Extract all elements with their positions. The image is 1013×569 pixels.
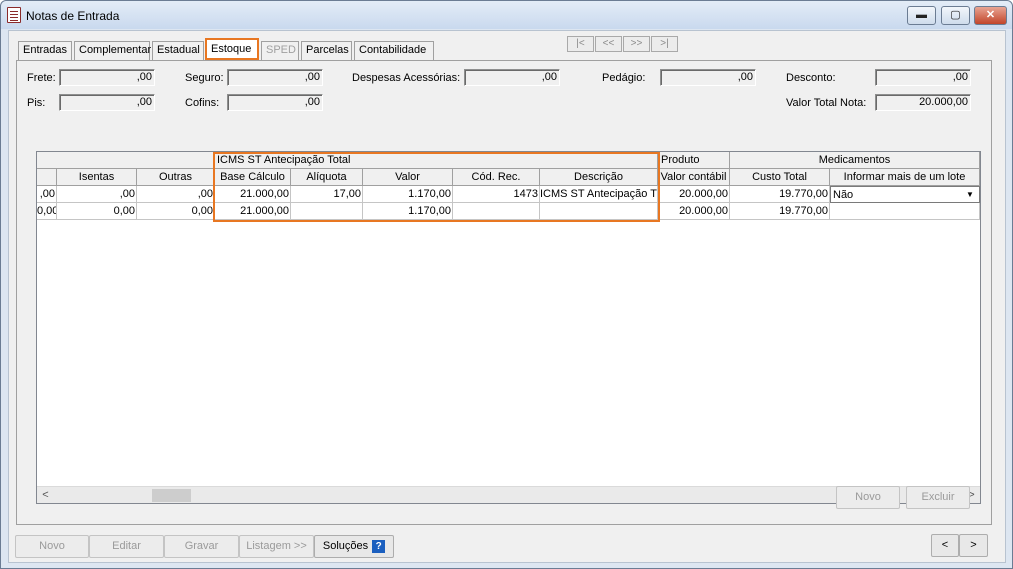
- col-header-valor-contabil[interactable]: Valor contábil: [658, 169, 730, 186]
- tab-entradas[interactable]: Entradas: [18, 41, 72, 60]
- despesas-label: Despesas Acessórias:: [352, 72, 461, 84]
- col-header-outras[interactable]: Outras: [137, 169, 215, 186]
- totals-informar-lote: [830, 203, 980, 220]
- pedagio-label: Pedágio:: [602, 72, 646, 84]
- row1-valor[interactable]: 1.170,00: [363, 186, 453, 203]
- tab-sped: SPED: [261, 41, 299, 60]
- tab-contabilidade[interactable]: Contabilidade: [354, 41, 434, 60]
- group-header-icms: ICMS ST Antecipação Total: [215, 152, 658, 169]
- seguro-field[interactable]: ,00: [227, 69, 323, 86]
- totals-outras: 0,00: [137, 203, 215, 220]
- cofins-label: Cofins:: [185, 97, 220, 109]
- minimize-button[interactable]: ▬: [907, 6, 936, 25]
- close-button[interactable]: ✕: [974, 6, 1007, 25]
- first-record-button[interactable]: |<: [567, 36, 594, 52]
- group-header-blank: [37, 152, 215, 169]
- tab-estadual[interactable]: Estadual: [152, 41, 204, 60]
- editar-button[interactable]: Editar: [89, 535, 164, 558]
- estoque-panel: Frete: ,00 Seguro: ,00 Despesas Acessóri…: [16, 60, 992, 525]
- desconto-label: Desconto:: [786, 72, 836, 84]
- title-bar: Notas de Entrada ▬ ▢ ✕: [1, 1, 1012, 29]
- col-header-base-calculo[interactable]: Base Cálculo: [215, 169, 291, 186]
- row1-descricao[interactable]: ICMS ST Antecipação T: [540, 186, 658, 203]
- frete-field[interactable]: ,00: [59, 69, 155, 86]
- totals-custo-total: 19.770,00: [730, 203, 830, 220]
- pedagio-field[interactable]: ,00: [660, 69, 756, 86]
- col-header-informar-lote[interactable]: Informar mais de um lote: [830, 169, 980, 186]
- row1-informar-lote-value: Não: [833, 189, 854, 201]
- col-header-aliquota[interactable]: Alíquota: [291, 169, 363, 186]
- previous-button[interactable]: <: [931, 534, 959, 557]
- grid-novo-button[interactable]: Novo: [836, 486, 900, 509]
- solucoes-button[interactable]: Soluções?: [314, 535, 394, 558]
- group-header-medicamentos: Medicamentos: [730, 152, 980, 169]
- document-icon: [7, 7, 21, 23]
- frete-label: Frete:: [27, 72, 56, 84]
- maximize-button[interactable]: ▢: [941, 6, 970, 25]
- row1-valor-contabil[interactable]: 20.000,00: [658, 186, 730, 203]
- totals-aliquota: [291, 203, 363, 220]
- solucoes-label: Soluções: [322, 540, 369, 552]
- totals-isentas: 0,00: [57, 203, 137, 220]
- pis-label: Pis:: [27, 97, 46, 109]
- totals-descricao: [540, 203, 658, 220]
- col-header-isentas[interactable]: Isentas: [57, 169, 137, 186]
- items-grid[interactable]: ICMS ST Antecipação Total Produto Medica…: [36, 151, 981, 504]
- row1-informar-lote-select[interactable]: Não ▼: [830, 186, 980, 203]
- grid-excluir-button[interactable]: Excluir: [906, 486, 970, 509]
- valor-total-label: Valor Total Nota:: [786, 97, 867, 109]
- despesas-field[interactable]: ,00: [464, 69, 560, 86]
- tab-parcelas[interactable]: Parcelas: [301, 41, 352, 60]
- col-header-descricao[interactable]: Descrição: [540, 169, 658, 186]
- totals-base-calculo: 21.000,00: [215, 203, 291, 220]
- group-header-produto: Produto: [658, 152, 730, 169]
- row1-base-calculo[interactable]: 21.000,00: [215, 186, 291, 203]
- prev-record-button[interactable]: <<: [595, 36, 622, 52]
- col-header-custo-total[interactable]: Custo Total: [730, 169, 830, 186]
- col-header-cod-rec[interactable]: Cód. Rec.: [453, 169, 540, 186]
- gravar-button[interactable]: Gravar: [164, 535, 239, 558]
- help-icon: ?: [372, 539, 386, 553]
- window-title: Notas de Entrada: [26, 9, 120, 23]
- client-area: Entradas Complementar Estadual Estoque S…: [8, 30, 1006, 563]
- col-header-valor[interactable]: Valor: [363, 169, 453, 186]
- cofins-field[interactable]: ,00: [227, 94, 323, 111]
- col-header-partial: [37, 169, 57, 186]
- next-record-button[interactable]: >>: [623, 36, 650, 52]
- novo-button[interactable]: Novo: [15, 535, 89, 558]
- main-window: Notas de Entrada ▬ ▢ ✕ Entradas Compleme…: [0, 0, 1013, 569]
- listagem-button[interactable]: Listagem >>: [239, 535, 314, 558]
- next-button[interactable]: >: [959, 534, 988, 557]
- totals-valor-contabil: 20.000,00: [658, 203, 730, 220]
- row1-outras[interactable]: ,00: [137, 186, 215, 203]
- last-record-button[interactable]: >|: [651, 36, 678, 52]
- valor-total-field: 20.000,00: [875, 94, 971, 111]
- scroll-thumb[interactable]: [152, 489, 191, 502]
- scroll-left-icon[interactable]: <: [37, 487, 54, 504]
- row1-isentas[interactable]: ,00: [57, 186, 137, 203]
- totals-cod-rec: [453, 203, 540, 220]
- totals-partial: 0,00: [37, 203, 57, 220]
- pis-field[interactable]: ,00: [59, 94, 155, 111]
- row1-cod-rec[interactable]: 1473: [453, 186, 540, 203]
- seguro-label: Seguro:: [185, 72, 224, 84]
- totals-valor: 1.170,00: [363, 203, 453, 220]
- desconto-field[interactable]: ,00: [875, 69, 971, 86]
- row1-aliquota[interactable]: 17,00: [291, 186, 363, 203]
- row1-custo-total[interactable]: 19.770,00: [730, 186, 830, 203]
- tab-estoque[interactable]: Estoque: [205, 38, 259, 60]
- row1-partial[interactable]: ,00: [37, 186, 57, 203]
- dropdown-arrow-icon[interactable]: ▼: [963, 188, 977, 202]
- tab-complementar[interactable]: Complementar: [74, 41, 151, 60]
